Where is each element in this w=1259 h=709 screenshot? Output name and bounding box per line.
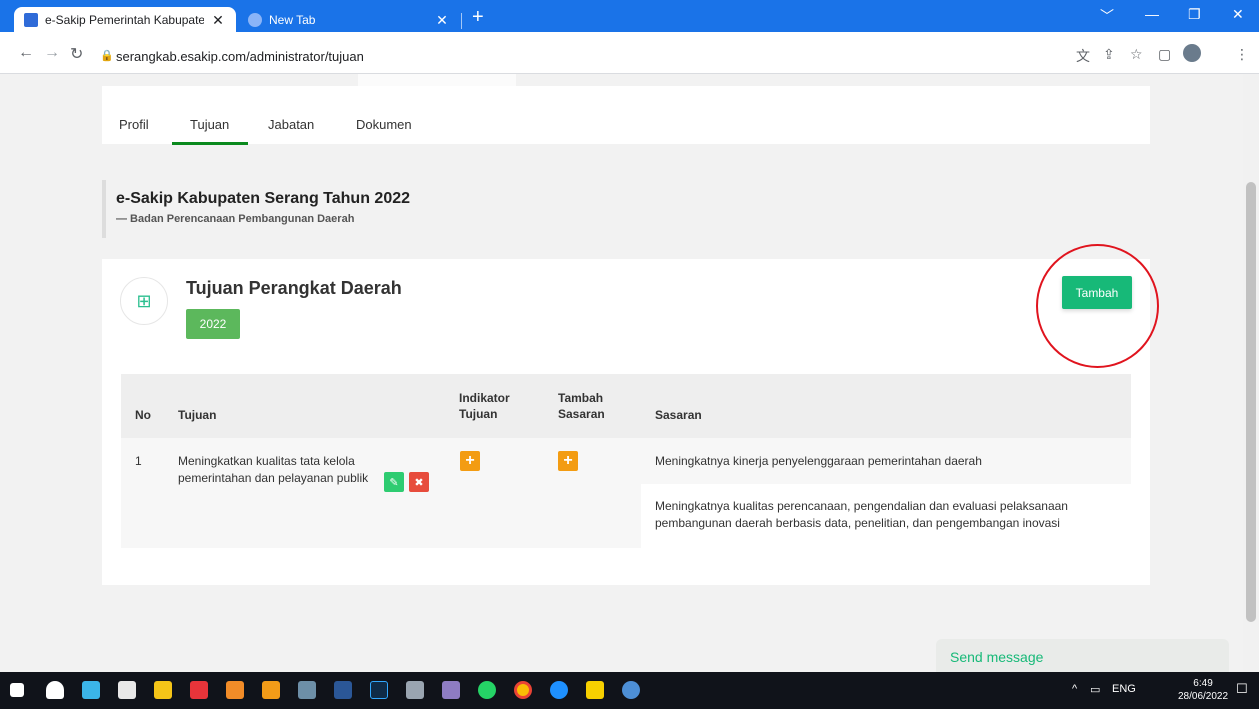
tab-close-icon[interactable]: ✕ xyxy=(210,12,226,29)
active-tab-indicator xyxy=(172,142,248,145)
tujuan-card: ⊞ Tujuan Perangkat Daerah 2022 Tambah No… xyxy=(102,244,1159,585)
row-tujuan-line2: pemerintahan dan pelayanan publik xyxy=(178,471,369,485)
tab-title: New Tab xyxy=(269,13,316,27)
delete-icon[interactable]: ✖ xyxy=(409,472,429,492)
chrome-favicon-icon xyxy=(248,13,262,27)
add-sasaran-icon[interactable]: + xyxy=(558,451,578,471)
page-scrollbar[interactable] xyxy=(1243,74,1259,672)
header-indikator-line1: Indikator xyxy=(459,391,510,405)
sasaran-cell: Meningkatnya kualitas perencanaan, penge… xyxy=(641,484,1131,548)
sticky-notes-icon[interactable] xyxy=(586,681,604,699)
forward-arrow-icon[interactable]: → xyxy=(44,44,60,62)
page-subtitle: — Badan Perencanaan Pembangunan Daerah xyxy=(116,213,355,225)
battery-icon[interactable]: ▭ xyxy=(1090,683,1100,696)
header-tambah-line1: Tambah xyxy=(558,391,604,405)
ghost-element xyxy=(358,74,516,86)
app-icon[interactable] xyxy=(442,681,460,699)
header-no: No xyxy=(135,408,151,422)
bookmark-star-icon[interactable]: ☆ xyxy=(1130,46,1143,63)
tab-search-icon[interactable]: ﹀ xyxy=(1100,6,1114,26)
tab-divider xyxy=(461,13,462,29)
share-icon[interactable]: ⇪ xyxy=(1103,46,1115,63)
network-icon[interactable] xyxy=(298,681,316,699)
header-tambah-line2: Sasaran xyxy=(558,407,605,421)
clock-time: 6:49 xyxy=(1193,678,1213,689)
row-tujuan-line1: Meningkatkan kualitas tata kelola xyxy=(178,454,355,468)
table-row: 1 Meningkatkan kualitas tata kelola peme… xyxy=(121,438,1131,548)
close-window-button[interactable]: ✕ xyxy=(1232,6,1244,23)
new-tab-button[interactable]: + xyxy=(472,6,484,29)
sasaran-item: pembangunan daerah berbasis data, peneli… xyxy=(655,516,1060,530)
clock-date: 28/06/2022 xyxy=(1178,691,1229,702)
windows-taskbar: ^ ▭ ENG 6:49 28/06/2022 ☐ xyxy=(0,672,1259,709)
add-indikator-icon[interactable]: + xyxy=(460,451,480,471)
tab-tujuan[interactable]: Tujuan xyxy=(190,117,229,132)
tray-chevron-icon[interactable]: ^ xyxy=(1072,683,1077,695)
language-indicator[interactable]: ENG xyxy=(1112,683,1136,695)
card-title: Tujuan Perangkat Daerah xyxy=(186,278,402,298)
game-icon[interactable] xyxy=(190,681,208,699)
esakip-favicon-icon xyxy=(24,13,38,27)
side-panel-icon[interactable]: ▢ xyxy=(1158,46,1171,63)
app-icon[interactable] xyxy=(82,681,100,699)
tab-esakip[interactable]: e-Sakip Pemerintah Kabupaten S ✕ xyxy=(14,7,236,33)
taskbar-clock[interactable]: 6:49 28/06/2022 xyxy=(1178,677,1228,703)
page-viewport: Profil Tujuan Jabatan Dokumen e-Sakip Ka… xyxy=(0,74,1243,672)
app-icon[interactable] xyxy=(406,681,424,699)
sasaran-item: Meningkatnya kualitas perencanaan, penge… xyxy=(655,499,1068,513)
page-heading: e-Sakip Kabupaten Serang Tahun 2022 — Ba… xyxy=(102,180,702,238)
tab-close-icon[interactable]: ✕ xyxy=(434,12,450,29)
send-message-widget[interactable]: Send message xyxy=(936,639,1229,672)
edge-icon[interactable] xyxy=(550,681,568,699)
profile-avatar[interactable] xyxy=(1183,44,1201,62)
row-no: 1 xyxy=(135,454,142,468)
tambah-button[interactable]: Tambah xyxy=(1062,276,1132,309)
sublime-icon[interactable] xyxy=(262,681,280,699)
chrome-icon[interactable] xyxy=(514,681,532,699)
address-bar[interactable]: serangkab.esakip.com/administrator/tujua… xyxy=(116,49,364,64)
lock-icon[interactable]: 🔒 xyxy=(100,49,114,62)
windows-start-icon[interactable] xyxy=(10,683,24,697)
year-badge: 2022 xyxy=(186,309,240,339)
sasaran-item: Meningkatnya kinerja penyelenggaraan pem… xyxy=(655,454,982,468)
tab-title: e-Sakip Pemerintah Kabupaten S xyxy=(45,13,204,27)
tab-dokumen[interactable]: Dokumen xyxy=(356,117,412,132)
xampp-icon[interactable] xyxy=(226,681,244,699)
minimize-button[interactable]: — xyxy=(1145,6,1159,22)
edit-icon[interactable]: ✎ xyxy=(384,472,404,492)
nav-card: Profil Tujuan Jabatan Dokumen xyxy=(102,86,1150,144)
reload-icon[interactable]: ↻ xyxy=(70,44,83,64)
shield-icon[interactable] xyxy=(46,681,64,699)
header-tujuan: Tujuan xyxy=(178,408,217,422)
tab-jabatan[interactable]: Jabatan xyxy=(268,117,314,132)
chrome-profile-icon[interactable] xyxy=(622,681,640,699)
browser-toolbar: ← → ↻ 🔒 serangkab.esakip.com/administrat… xyxy=(0,32,1259,74)
page-title: e-Sakip Kabupaten Serang Tahun 2022 xyxy=(116,190,411,207)
scrollbar-thumb[interactable] xyxy=(1246,182,1256,622)
header-indikator-line2: Tujuan xyxy=(459,407,498,421)
notification-icon[interactable]: ☐ xyxy=(1236,681,1248,697)
photoshop-icon[interactable] xyxy=(370,681,388,699)
camera-icon[interactable] xyxy=(118,681,136,699)
table-header: No Tujuan Indikator Tujuan Tambah Sasara… xyxy=(121,374,1131,438)
restore-button[interactable]: ❐ xyxy=(1188,6,1201,23)
word-icon[interactable] xyxy=(334,681,352,699)
folder-icon[interactable] xyxy=(154,681,172,699)
grid-add-icon: ⊞ xyxy=(120,277,168,325)
header-sasaran: Sasaran xyxy=(655,408,702,422)
back-arrow-icon[interactable]: ← xyxy=(18,44,34,62)
tab-profil[interactable]: Profil xyxy=(119,117,149,132)
menu-kebab-icon[interactable]: ⋮ xyxy=(1235,46,1249,63)
tab-new-tab[interactable]: New Tab ✕ xyxy=(238,7,460,33)
translate-icon[interactable]: 文 xyxy=(1076,46,1090,66)
whatsapp-icon[interactable] xyxy=(478,681,496,699)
